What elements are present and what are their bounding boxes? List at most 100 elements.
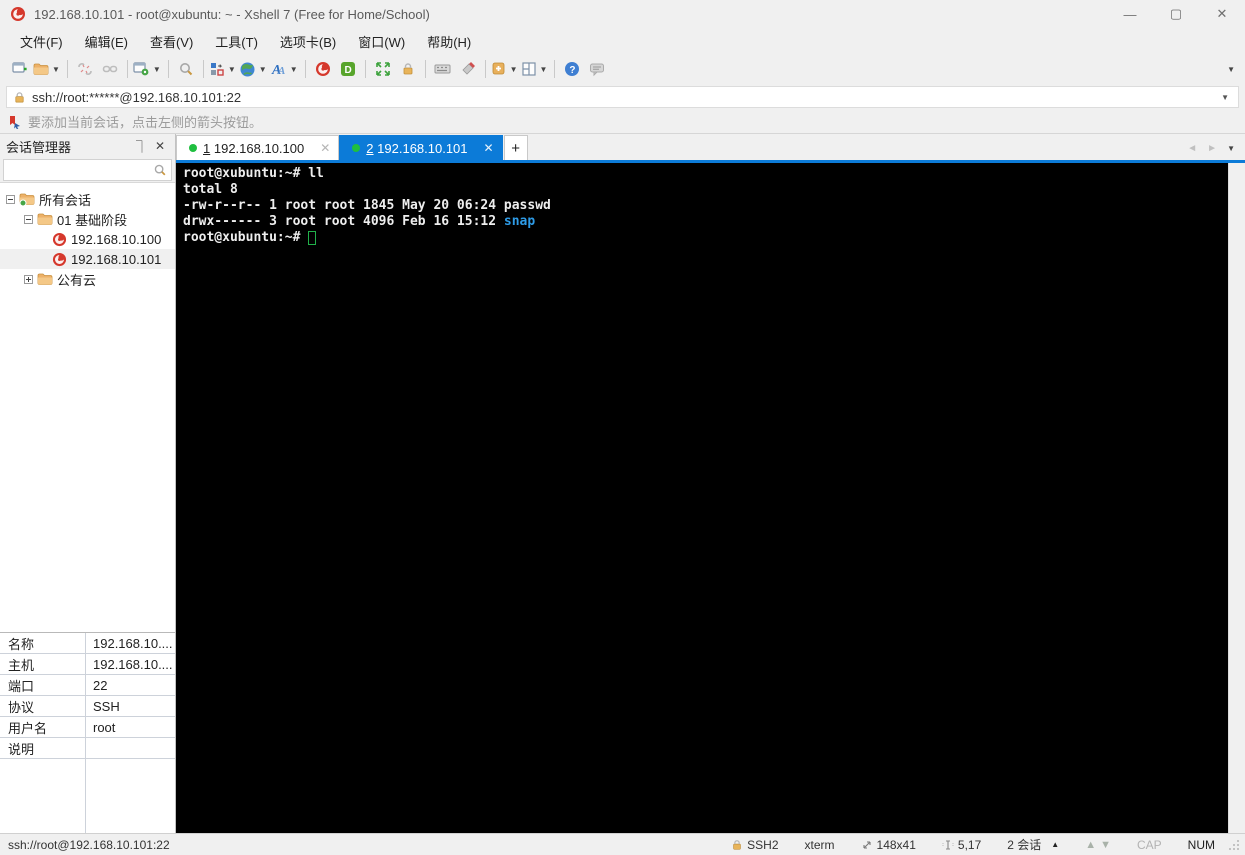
tab-list-dropdown-icon[interactable]: ▼	[1227, 144, 1235, 153]
property-key: 名称	[0, 634, 85, 653]
feedback-button[interactable]	[585, 57, 609, 81]
folder-icon	[37, 271, 53, 287]
compose-pane-button[interactable]: ▼	[209, 57, 238, 81]
expand-icon[interactable]	[24, 275, 33, 284]
tree-item-session-101[interactable]: 192.168.10.101	[0, 249, 175, 269]
tab-scroll-left-icon[interactable]: ◄	[1187, 143, 1197, 154]
open-session-button[interactable]: ▼	[33, 57, 62, 81]
address-bar: ssh://root:******@192.168.10.101:22 ▼	[0, 84, 1245, 110]
property-value: 192.168.10....	[85, 636, 175, 651]
maximize-button[interactable]: ▢	[1153, 0, 1199, 28]
tree-item-all-sessions[interactable]: 所有会话	[0, 189, 175, 209]
tile-layout-button[interactable]: ▼	[521, 57, 550, 81]
svg-text:?: ?	[570, 65, 576, 76]
menu-window[interactable]: 窗口(W)	[348, 29, 415, 54]
terminal-line: -rw-r--r-- 1 root root 1845 May 20 06:24…	[183, 198, 551, 213]
terminal-scrollbar[interactable]	[1228, 163, 1245, 833]
xshell-icon	[315, 61, 331, 77]
scroll-down-icon[interactable]: ▼	[1100, 839, 1111, 851]
fullscreen-button[interactable]	[371, 57, 395, 81]
resize-icon	[861, 839, 873, 851]
disconnect-button[interactable]	[73, 57, 97, 81]
connected-dot-icon	[352, 144, 360, 152]
toolbar-overflow-button[interactable]: ▼	[1221, 65, 1241, 74]
pin-icon[interactable]: ⏋	[133, 138, 151, 155]
tree-item-session-100[interactable]: 192.168.10.100	[0, 229, 175, 249]
resize-grip-icon[interactable]	[1227, 838, 1241, 852]
chevron-down-icon[interactable]: ▼	[1218, 93, 1232, 102]
property-key: 端口	[0, 676, 85, 695]
virtual-keyboard-button[interactable]	[431, 57, 455, 81]
menu-tabs[interactable]: 选项卡(B)	[270, 29, 346, 54]
tree-item-label[interactable]: 192.168.10.100	[71, 232, 161, 247]
chevron-down-icon: ▼	[153, 65, 161, 74]
terminal-line: total 8	[183, 182, 238, 197]
menu-view[interactable]: 查看(V)	[140, 29, 203, 54]
encoding-button[interactable]: ▼	[239, 57, 269, 81]
xftp-icon: D	[340, 61, 356, 77]
tree-item-label[interactable]: 01 基础阶段	[57, 210, 127, 229]
chevron-down-icon: ▼	[290, 65, 298, 74]
tab-close-icon[interactable]: ✕	[320, 141, 330, 155]
tree-item-folder-01[interactable]: 01 基础阶段	[0, 209, 175, 229]
tree-item-folder-cloud[interactable]: 公有云	[0, 269, 175, 289]
terminal-prompt: root@xubuntu:~#	[183, 230, 308, 245]
virtual-keyboard-icon	[434, 61, 451, 77]
compose-pane-icon	[209, 61, 225, 77]
session-search-input[interactable]	[3, 159, 172, 181]
status-protocol: SSH2	[731, 838, 778, 852]
encoding-globe-icon	[239, 61, 256, 78]
tab-scroll-right-icon[interactable]: ►	[1207, 143, 1217, 154]
font-button[interactable]: A A ▼	[270, 57, 300, 81]
status-terminal-size: 148x41	[861, 838, 916, 852]
menu-help[interactable]: 帮助(H)	[417, 29, 481, 54]
terminal-screen[interactable]: root@xubuntu:~# ll total 8 -rw-r--r-- 1 …	[176, 163, 1228, 833]
address-input[interactable]: ssh://root:******@192.168.10.101:22 ▼	[6, 86, 1239, 108]
address-url[interactable]: ssh://root:******@192.168.10.101:22	[32, 90, 1218, 105]
property-row-name: 名称 192.168.10....	[0, 633, 175, 654]
tree-item-label[interactable]: 192.168.10.101	[71, 252, 161, 267]
tile-layout-icon	[521, 61, 537, 77]
new-session-icon	[12, 61, 29, 78]
status-session-count[interactable]: 2 会话 ▲	[1007, 836, 1059, 853]
xftp-button[interactable]: D	[336, 57, 360, 81]
window-title: 192.168.10.101 - root@xubuntu: ~ - Xshel…	[34, 7, 1107, 22]
close-button[interactable]: ✕	[1199, 0, 1245, 28]
highlight-pen-button[interactable]	[456, 57, 480, 81]
session-properties-button[interactable]: ▼	[133, 57, 163, 81]
collapse-icon[interactable]	[6, 195, 15, 204]
status-terminal-type: xterm	[805, 838, 835, 852]
tree-item-label[interactable]: 公有云	[57, 270, 96, 289]
folder-icon	[37, 211, 53, 227]
svg-text:A: A	[277, 65, 285, 77]
find-button[interactable]	[174, 57, 198, 81]
terminal-area: root@xubuntu:~# ll total 8 -rw-r--r-- 1 …	[176, 163, 1245, 833]
tab-close-icon[interactable]: ✕	[484, 141, 494, 155]
menu-tools[interactable]: 工具(T)	[205, 29, 268, 54]
tab-session-100[interactable]: 1 192.168.10.100 ✕	[176, 135, 339, 160]
folder-badge-icon	[19, 191, 35, 207]
menu-edit[interactable]: 编辑(E)	[75, 29, 138, 54]
minimize-button[interactable]: —	[1107, 0, 1153, 28]
new-session-button[interactable]	[8, 57, 32, 81]
scroll-up-icon[interactable]: ▲	[1085, 839, 1096, 851]
toolbar-separator	[127, 60, 128, 78]
reconnect-button[interactable]	[98, 57, 122, 81]
new-tab-button[interactable]: +	[504, 135, 528, 160]
help-button[interactable]: ?	[560, 57, 584, 81]
highlight-pen-icon	[460, 61, 476, 77]
xshell-button[interactable]	[311, 57, 335, 81]
session-search	[0, 158, 175, 182]
collapse-icon[interactable]	[24, 215, 33, 224]
toolbar-separator	[425, 60, 426, 78]
lock-screen-button[interactable]	[396, 57, 420, 81]
close-panel-icon[interactable]: ✕	[151, 139, 169, 153]
tab-session-101[interactable]: 2 192.168.10.101 ✕	[339, 135, 502, 160]
terminal-command: ll	[308, 166, 324, 181]
session-manager-title: 会话管理器	[6, 137, 133, 156]
chevron-down-icon: ▼	[510, 65, 518, 74]
menu-file[interactable]: 文件(F)	[10, 29, 73, 54]
tree-item-label[interactable]: 所有会话	[39, 190, 91, 209]
new-tab-button-toolbar[interactable]: ▼	[491, 57, 520, 81]
lock-screen-icon	[401, 62, 415, 76]
